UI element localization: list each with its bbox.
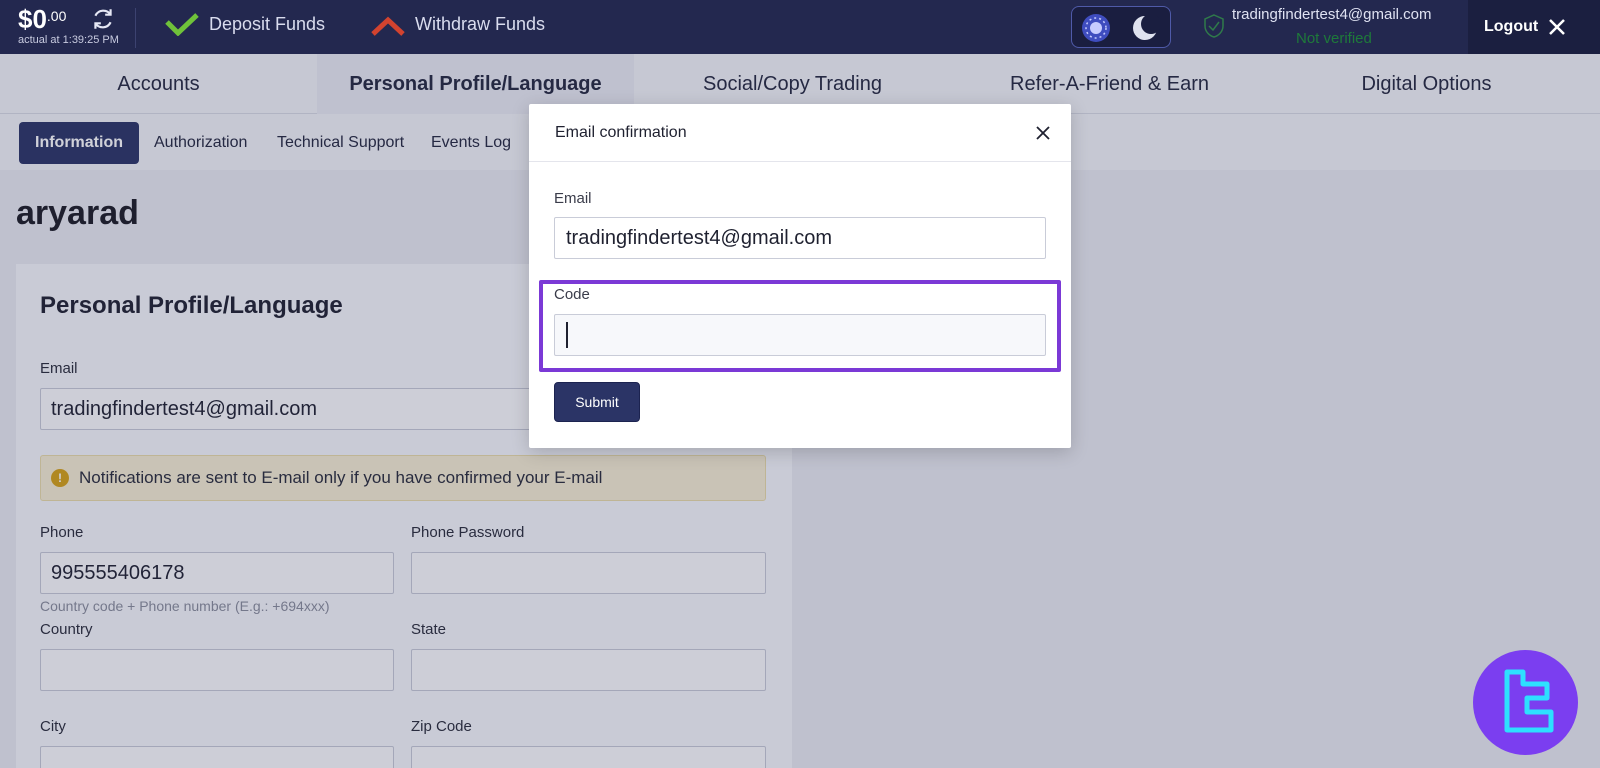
code-label: Code (554, 286, 590, 303)
logo-icon (1504, 669, 1554, 733)
user-email[interactable]: tradingfindertest4@gmail.com (1232, 6, 1431, 23)
submit-button[interactable]: Submit (554, 382, 640, 422)
shield-icon (1204, 14, 1224, 38)
withdraw-funds-button[interactable]: Withdraw Funds (371, 12, 545, 36)
theme-toggle[interactable] (1071, 6, 1171, 48)
text-cursor (566, 322, 568, 348)
divider (135, 8, 136, 48)
email-confirmation-dialog: Email confirmation Email tradingfinderte… (529, 104, 1071, 448)
dark-theme-button[interactable] (1128, 14, 1162, 42)
code-input[interactable] (554, 314, 1046, 356)
dialog-email-label: Email (554, 190, 592, 207)
balance-display: $0.00 actual at 1:39:25 PM (18, 4, 119, 46)
dialog-title: Email confirmation (555, 124, 687, 141)
sun-icon (1085, 17, 1107, 39)
balance-cents: .00 (46, 8, 67, 24)
balance-amount: $0 (18, 4, 47, 34)
brand-logo (1473, 650, 1578, 755)
close-icon[interactable] (1034, 124, 1052, 142)
verification-status: Not verified (1296, 30, 1372, 47)
close-icon (1549, 19, 1566, 35)
dialog-email-field[interactable]: tradingfindertest4@gmail.com (554, 217, 1046, 259)
deposit-funds-button[interactable]: Deposit Funds (165, 12, 325, 36)
checkmark-icon (165, 13, 199, 36)
top-bar: $0.00 actual at 1:39:25 PM Deposit Funds… (0, 0, 1600, 54)
light-theme-button[interactable] (1082, 14, 1110, 42)
moon-icon (1133, 14, 1161, 40)
deposit-funds-label: Deposit Funds (209, 13, 326, 34)
chevron-up-icon (371, 16, 405, 36)
balance-timestamp: actual at 1:39:25 PM (18, 34, 119, 46)
withdraw-funds-label: Withdraw Funds (415, 13, 546, 34)
logout-button[interactable]: Logout (1468, 0, 1600, 54)
refresh-icon[interactable] (90, 6, 116, 32)
dialog-header: Email confirmation (529, 104, 1071, 162)
logout-label: Logout (1484, 18, 1539, 35)
